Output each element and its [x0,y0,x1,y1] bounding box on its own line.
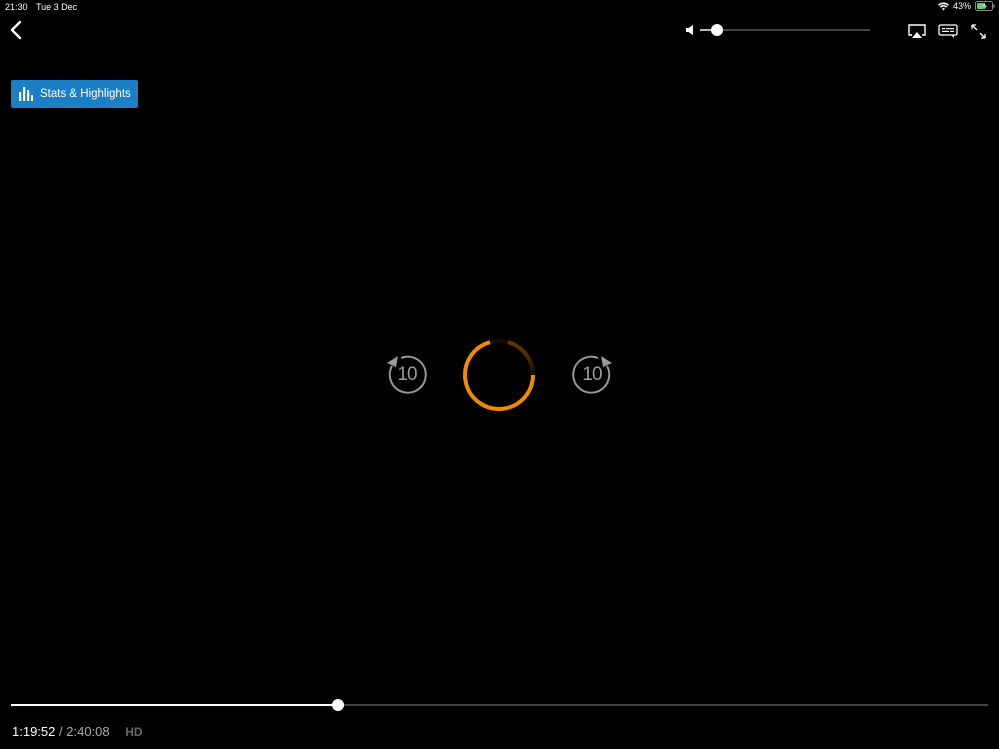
stats-highlights-label: Stats & Highlights [40,88,131,100]
rewind-10-button[interactable]: 10 [384,352,430,398]
airplay-icon[interactable] [908,24,926,39]
loading-spinner [463,339,535,411]
volume-knob[interactable] [711,24,723,36]
hd-badge: HD [125,725,143,739]
time-separator: / [59,724,63,739]
status-time: 21:30 [5,2,28,12]
expand-icon[interactable] [971,24,986,39]
volume-slider[interactable] [700,24,870,36]
forward-10-button[interactable]: 10 [569,352,615,398]
back-button[interactable] [8,20,26,40]
stats-highlights-button[interactable]: Stats & Highlights [11,80,138,108]
video-player-screen: 21:30 Tue 3 Dec 43% Stats & Highlights 1… [0,0,999,749]
progress-scrubber[interactable] [332,699,345,711]
battery-charging-icon [975,1,995,11]
time-display: 1:19:52 / 2:40:08 HD [12,724,143,739]
current-time: 1:19:52 [12,724,56,739]
status-indicators: 43% [937,1,995,11]
total-time: 2:40:08 [66,724,110,739]
playback-progress-bar[interactable] [11,699,988,711]
status-date: Tue 3 Dec [36,2,78,12]
bar-chart-icon [19,87,33,101]
speaker-icon [686,25,693,35]
progress-fill [11,704,339,706]
forward-seconds-label: 10 [582,364,602,385]
volume-control[interactable] [686,22,872,38]
wifi-icon [937,2,949,10]
rewind-seconds-label: 10 [397,364,417,385]
subtitles-icon[interactable] [938,24,958,39]
battery-percentage: 43% [952,1,971,11]
